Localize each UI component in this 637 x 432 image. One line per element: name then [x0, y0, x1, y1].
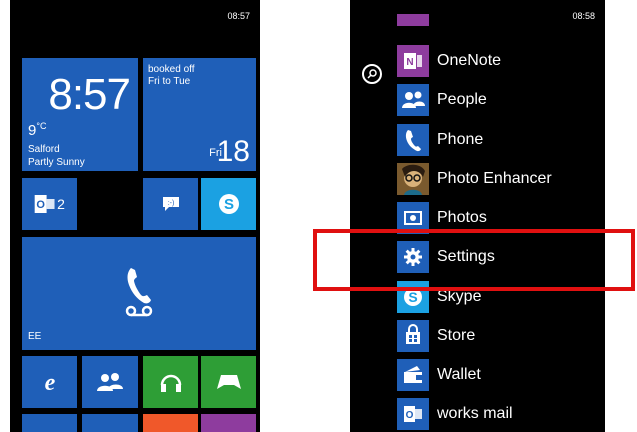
people-icon	[397, 84, 429, 116]
phone-icon	[397, 124, 429, 156]
app-wallet[interactable]: Wallet	[397, 359, 597, 391]
wallet-icon	[397, 359, 429, 391]
partial-tile[interactable]	[143, 414, 198, 432]
partial-app-icon	[397, 14, 429, 26]
temperature: 9°C	[28, 121, 47, 139]
svg-text:O: O	[406, 410, 414, 421]
app-list-screen: 08:58 N OneNote People Phone Photo Enhan…	[350, 0, 605, 432]
app-label: People	[437, 91, 487, 108]
calendar-date: 18	[216, 135, 250, 168]
photo-enhancer-icon	[397, 163, 429, 195]
svg-text:S: S	[223, 196, 233, 213]
mail-count: 2	[57, 196, 65, 212]
svg-text::-): :-)	[167, 200, 174, 207]
app-store[interactable]: Store	[397, 320, 597, 352]
app-phone[interactable]: Phone	[397, 124, 597, 156]
app-photo-enhancer[interactable]: Photo Enhancer	[397, 163, 597, 195]
search-icon[interactable]	[362, 64, 382, 84]
app-label: Phone	[437, 131, 484, 148]
partial-tile[interactable]	[22, 414, 77, 432]
clock-time: 8:57	[48, 70, 131, 119]
svg-text:O: O	[36, 199, 45, 211]
internet-explorer-tile[interactable]: e	[22, 356, 77, 408]
games-tile[interactable]	[201, 356, 256, 408]
messaging-tile[interactable]: :-)	[143, 178, 198, 230]
games-controller-icon	[216, 373, 242, 391]
onenote-icon: N	[397, 45, 429, 77]
app-works-mail[interactable]: O works mail	[397, 398, 597, 430]
weather-city: Salford	[28, 144, 60, 155]
partial-tile[interactable]	[82, 414, 138, 432]
outlook-mail-icon: O	[34, 195, 55, 213]
settings-highlight-box	[313, 229, 635, 291]
calendar-tile[interactable]: booked off Fri to Tue Fri 18	[143, 58, 256, 171]
start-screen: 08:57 8:57 9°C Salford Partly Sunny book…	[10, 0, 260, 432]
app-label: Photos	[437, 209, 487, 226]
people-tile[interactable]	[82, 356, 138, 408]
svg-text:e: e	[44, 370, 55, 394]
app-onenote[interactable]: N OneNote	[397, 45, 597, 77]
app-label: OneNote	[437, 52, 502, 69]
status-time: 08:57	[227, 11, 250, 21]
calendar-event-title: booked off	[148, 64, 195, 75]
svg-text:S: S	[408, 289, 417, 305]
app-label: Photo Enhancer	[437, 170, 552, 187]
svg-text:N: N	[406, 57, 413, 68]
phone-tile[interactable]: EE	[22, 237, 256, 350]
store-icon	[397, 320, 429, 352]
partial-tile[interactable]	[201, 414, 256, 432]
app-label: Wallet	[437, 366, 481, 383]
weather-condition: Partly Sunny	[28, 157, 85, 168]
phone-voicemail-icon	[122, 265, 156, 317]
people-icon	[96, 372, 124, 392]
clock-weather-tile[interactable]: 8:57 9°C Salford Partly Sunny	[22, 58, 138, 171]
app-people[interactable]: People	[397, 84, 597, 116]
outlook-mail-icon: O	[397, 398, 429, 430]
messaging-icon: :-)	[162, 196, 180, 212]
internet-explorer-icon: e	[38, 370, 62, 394]
skype-icon: S	[218, 193, 240, 215]
status-time: 08:58	[572, 11, 595, 21]
calendar-event-range: Fri to Tue	[148, 76, 191, 87]
music-tile[interactable]	[143, 356, 198, 408]
skype-tile[interactable]: S	[201, 178, 256, 230]
mail-tile[interactable]: O 2	[22, 178, 77, 230]
carrier-label: EE	[28, 331, 42, 342]
app-label: works mail	[437, 405, 513, 422]
app-label: Store	[437, 327, 476, 344]
music-headphones-icon	[159, 371, 183, 393]
